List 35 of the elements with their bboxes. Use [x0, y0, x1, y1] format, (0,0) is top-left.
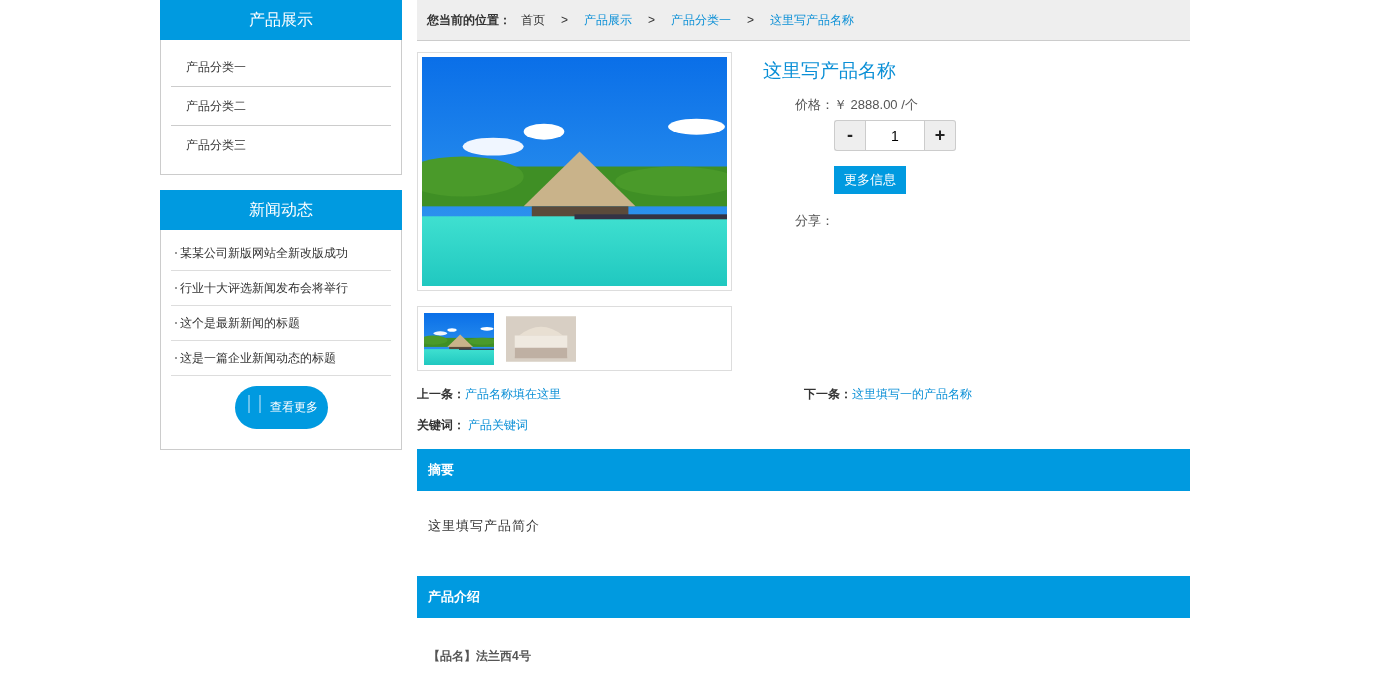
breadcrumb-separator: >: [747, 13, 755, 27]
breadcrumb-link[interactable]: 首页: [521, 11, 545, 29]
section-text: 【品名】法兰西4号: [427, 648, 532, 665]
section-header: 摘要: [417, 449, 1190, 491]
share-label: 分享：: [794, 212, 834, 230]
news-link[interactable]: 某某公司新版网站全新改版成功: [180, 236, 348, 270]
product-title: 这里写产品名称: [763, 59, 897, 83]
panel-header: 新闻动态: [160, 190, 402, 230]
section-text: 这里填写产品简介: [427, 517, 541, 535]
quantity-field[interactable]: 1: [865, 120, 925, 151]
bars-icon: [247, 394, 261, 413]
category-link[interactable]: 产品分类一: [171, 48, 391, 87]
prev-link[interactable]: 产品名称填在这里: [465, 387, 561, 401]
thumbnail[interactable]: [423, 312, 495, 366]
minus-button[interactable]: -: [834, 120, 865, 151]
plus-button[interactable]: +: [925, 120, 956, 151]
photo-placeholder: [424, 313, 494, 365]
breadcrumb-separator: >: [648, 13, 656, 27]
breadcrumb-separator: >: [561, 13, 568, 27]
news-link[interactable]: 这是一篇企业新闻动态的标题: [180, 341, 336, 375]
breadcrumb-label: 您当前的位置：: [427, 11, 511, 29]
photo-placeholder: [506, 313, 576, 365]
keyword-link[interactable]: 产品关键词: [468, 418, 529, 432]
keywords-label: 关键词：: [417, 418, 465, 432]
news-link[interactable]: 行业十大评选新闻发布会将举行: [180, 271, 348, 305]
category-link[interactable]: 产品分类三: [171, 126, 391, 164]
next-link[interactable]: 这里填写一的产品名称: [851, 387, 972, 401]
panel-header: 产品展示: [160, 0, 402, 40]
price: ￥ 2888.00 /个: [834, 96, 918, 114]
price-label: 价格：: [794, 96, 834, 114]
next-label: 下一条：: [803, 387, 852, 401]
category-link[interactable]: 产品分类二: [171, 87, 391, 126]
prev-label: 上一条：: [417, 387, 465, 401]
news-link[interactable]: 这个是最新新闻的标题: [180, 306, 300, 340]
section-header: 产品介绍: [417, 576, 1190, 618]
